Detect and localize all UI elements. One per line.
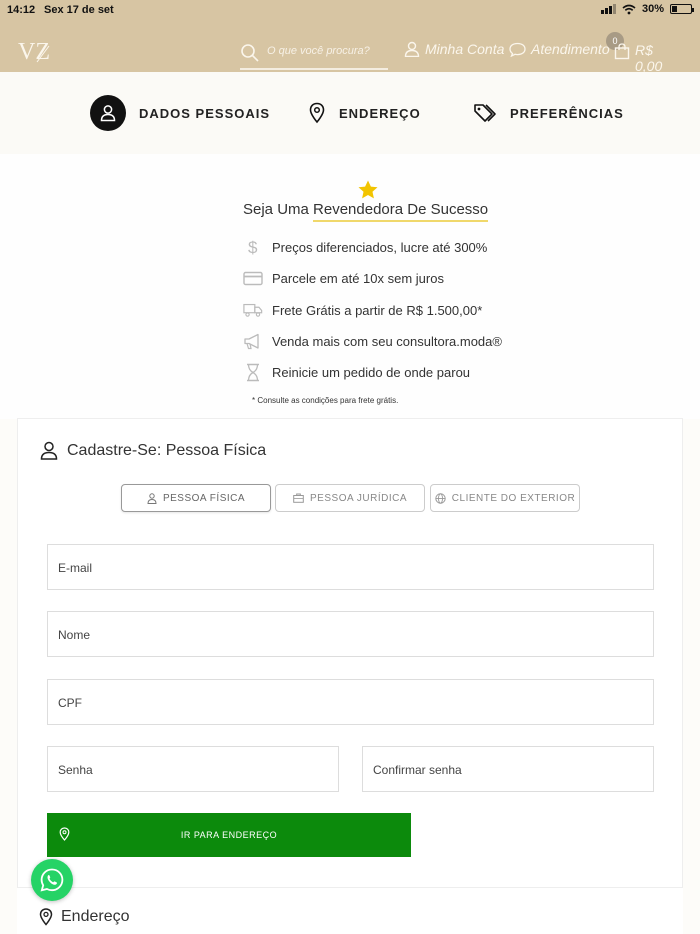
support-link[interactable]: Atendimento	[509, 41, 610, 57]
my-account-link[interactable]: Minha Conta	[404, 41, 504, 57]
promo-section: Seja Uma Revendedora De Sucesso $ Preços…	[0, 154, 700, 419]
address-section-label: Endereço	[61, 908, 130, 925]
cpf-field[interactable]: CPF	[47, 679, 654, 725]
megaphone-icon	[243, 331, 263, 351]
star-icon	[358, 180, 378, 199]
cart-total: R$ 0,00	[635, 42, 663, 74]
support-label: Atendimento	[531, 41, 610, 57]
benefit-text: Preços diferenciados, lucre até 300%	[272, 239, 488, 255]
form-title-text: Cadastre-Se: Pessoa Física	[67, 441, 267, 459]
logo[interactable]: VZ	[17, 36, 51, 66]
promo-title: Seja Uma Revendedora De Sucesso	[243, 201, 489, 222]
status-right: 30%	[600, 3, 694, 15]
step-label: PREFERÊNCIAS	[510, 105, 624, 121]
registration-form: Cadastre-Se: Pessoa Física PESSOA FÍSICA…	[17, 418, 683, 888]
hourglass-icon	[243, 362, 263, 382]
status-time: 14:12	[7, 4, 36, 16]
promo-title-prefix: Seja Uma	[243, 201, 314, 218]
step-label: ENDEREÇO	[339, 105, 421, 121]
step-address[interactable]: ENDEREÇO	[308, 72, 421, 154]
user-icon	[147, 492, 157, 504]
briefcase-icon	[293, 493, 304, 503]
svg-text:$: $	[248, 238, 258, 257]
promo-title-highlight: Revendedora De Sucesso	[313, 201, 489, 222]
credit-card-icon	[243, 268, 263, 288]
battery-fill	[672, 6, 677, 12]
whatsapp-icon	[40, 868, 64, 892]
user-icon	[90, 95, 126, 131]
benefit-text: Frete Grátis a partir de R$ 1.500,00*	[272, 302, 483, 318]
location-pin-icon	[39, 908, 53, 926]
wifi-icon	[622, 4, 636, 14]
tab-pessoa-fisica[interactable]: PESSOA FÍSICA	[121, 484, 271, 512]
benefit-text: Reinicie um pedido de onde parou	[272, 364, 471, 380]
benefit-item: $ Preços diferenciados, lucre até 300%	[243, 237, 487, 257]
shipping-note: * Consulte as condições para frete gráti…	[252, 396, 399, 405]
globe-icon	[435, 492, 446, 504]
address-section: Endereço	[17, 888, 683, 934]
benefit-text: Venda mais com seu consultora.moda®	[272, 333, 502, 349]
tab-cliente-exterior[interactable]: CLIENTE DO EXTERIOR	[430, 484, 580, 512]
location-pin-icon	[309, 102, 325, 124]
checkout-steps: DADOS PESSOAIS ENDEREÇO PREFERÊNCIAS	[0, 72, 700, 154]
whatsapp-button[interactable]	[31, 859, 73, 901]
battery-icon	[670, 4, 694, 14]
benefit-text: Parcele em até 10x sem juros	[272, 270, 444, 286]
step-preferences[interactable]: PREFERÊNCIAS	[473, 72, 624, 154]
benefit-item: Reinicie um pedido de onde parou	[243, 362, 470, 382]
name-field[interactable]: Nome	[47, 611, 654, 657]
step-label: DADOS PESSOAIS	[139, 105, 271, 121]
shopping-bag-icon	[614, 43, 630, 60]
password-field[interactable]: Senha	[47, 746, 339, 792]
email-field[interactable]: E-mail	[47, 544, 654, 590]
submit-label: IR PARA ENDEREÇO	[180, 830, 278, 840]
search-icon	[241, 44, 259, 62]
step-personal-data[interactable]: DADOS PESSOAIS	[90, 72, 270, 154]
confirm-password-field[interactable]: Confirmar senha	[362, 746, 654, 792]
cellular-signal-icon	[600, 4, 616, 14]
go-to-address-button[interactable]: IR PARA ENDEREÇO	[47, 813, 411, 857]
status-date: Sex 17 de set	[44, 4, 114, 16]
user-icon	[40, 441, 58, 460]
battery-percent: 30%	[641, 3, 664, 15]
my-account-label: Minha Conta	[425, 41, 505, 57]
status-bar: 14:12 Sex 17 de set 30%	[0, 0, 700, 20]
chat-bubble-icon	[509, 42, 526, 57]
cart-button[interactable]: 0 R$ 0,00	[606, 32, 684, 74]
tab-pessoa-juridica[interactable]: PESSOA JURÍDICA	[275, 484, 425, 512]
benefit-item: Frete Grátis a partir de R$ 1.500,00*	[243, 300, 482, 320]
truck-icon	[243, 300, 263, 320]
location-pin-icon	[59, 827, 70, 841]
tab-label: PESSOA FÍSICA	[162, 492, 246, 504]
tags-icon	[474, 104, 496, 122]
form-title: Cadastre-Se: Pessoa Física	[40, 441, 266, 460]
address-section-title: Endereço	[39, 908, 130, 926]
tab-label: PESSOA JURÍDICA	[310, 492, 407, 504]
top-bar: 14:12 Sex 17 de set 30% VZ O que você pr…	[0, 0, 700, 74]
benefit-item: Venda mais com seu consultora.moda®	[243, 331, 502, 351]
dollar-icon: $	[243, 237, 263, 257]
user-icon	[404, 41, 420, 57]
search-input[interactable]: O que você procura?	[267, 45, 370, 57]
benefit-item: Parcele em até 10x sem juros	[243, 268, 444, 288]
tab-label: CLIENTE DO EXTERIOR	[451, 492, 576, 504]
logo-text: VZ	[18, 39, 50, 65]
search-bar[interactable]: O que você procura?	[240, 40, 388, 70]
